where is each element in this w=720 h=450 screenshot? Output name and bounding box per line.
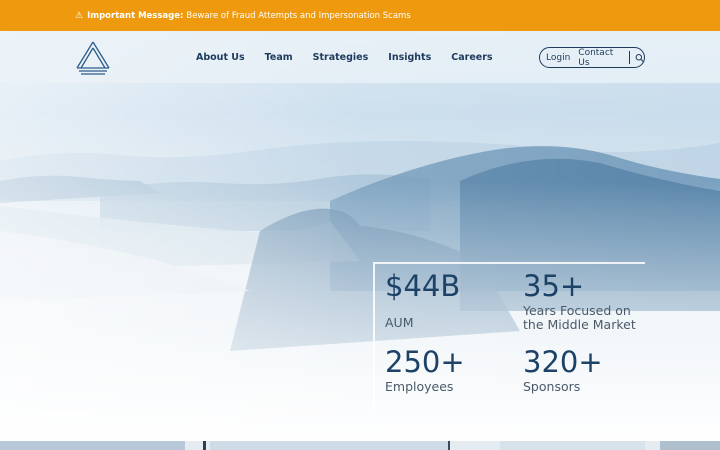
company-logo-icon[interactable] — [74, 40, 112, 76]
main-nav: About Us Team Strategies Insights Career… — [196, 52, 513, 63]
pill-divider — [629, 51, 630, 64]
stat-label: Sponsors — [523, 379, 581, 394]
utility-nav-pill: Login Contact Us — [539, 47, 645, 68]
stat-value: 320+ — [523, 345, 603, 379]
nav-careers[interactable]: Careers — [451, 52, 492, 63]
stat-aum: $44B AUM — [385, 270, 460, 330]
nav-strategies[interactable]: Strategies — [313, 52, 369, 63]
search-icon[interactable] — [635, 53, 644, 63]
nav-about-us[interactable]: About Us — [196, 52, 245, 63]
stat-value: 250+ — [385, 345, 465, 379]
stat-employees: 250+ Employees — [385, 346, 465, 394]
stat-label: Employees — [385, 379, 454, 394]
nav-insights[interactable]: Insights — [388, 52, 431, 63]
login-link[interactable]: Login — [546, 53, 570, 63]
alert-title: Important Message: — [87, 10, 184, 21]
warning-icon: ⚠ — [75, 10, 84, 21]
stat-label: AUM — [385, 315, 414, 330]
nav-team[interactable]: Team — [265, 52, 293, 63]
contact-us-link[interactable]: Contact Us — [578, 48, 623, 68]
alert-text[interactable]: Beware of Fraud Attempts and Impersonati… — [186, 11, 410, 21]
alert-banner[interactable]: ⚠ Important Message: Beware of Fraud Att… — [0, 0, 720, 31]
stat-value: $44B — [385, 269, 461, 303]
stat-sponsors: 320+ Sponsors — [523, 346, 603, 394]
next-section-preview — [0, 441, 720, 450]
stat-value: 35+ — [523, 269, 585, 303]
stat-label: Years Focused on the Middle Market — [523, 303, 636, 332]
stat-years: 35+ Years Focused on the Middle Market — [523, 270, 653, 332]
